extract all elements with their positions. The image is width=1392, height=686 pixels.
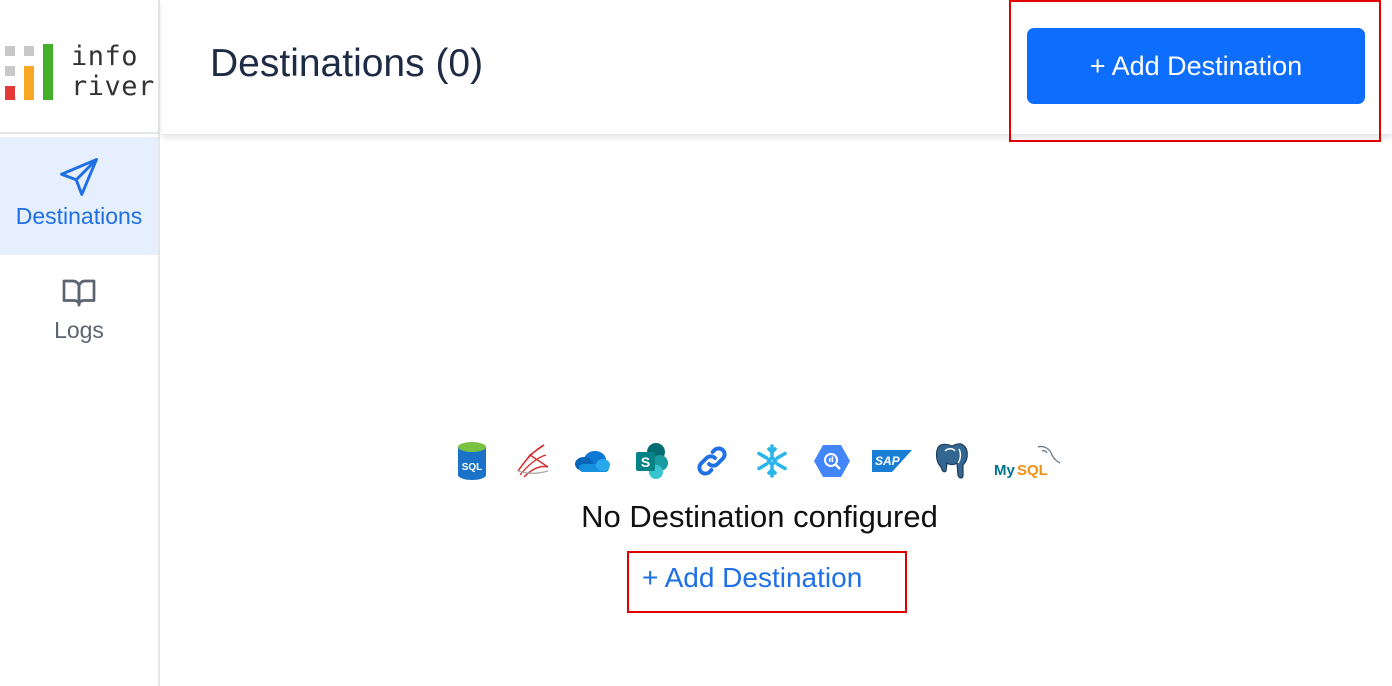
logo-text: info river [71, 42, 155, 102]
sharepoint-icon: S [632, 441, 672, 481]
empty-state: SQL S SAP My SQL No Destination configur… [162, 136, 1392, 686]
mysql-label-sql: SQL [1017, 462, 1048, 479]
sql-database-label: SQL [462, 462, 483, 473]
app-logo[interactable]: info river [0, 0, 158, 134]
destination-icons-row: SQL S SAP My SQL [452, 439, 1064, 483]
logo-bars-icon [5, 44, 53, 100]
sap-label: SAP [875, 454, 901, 468]
sidebar: info river Destinations Logs [0, 0, 160, 686]
sidebar-item-label: Logs [54, 317, 104, 343]
empty-state-message: No Destination configured [581, 499, 938, 534]
page-title: Destinations (0) [210, 42, 484, 85]
sidebar-item-destinations[interactable]: Destinations [0, 137, 158, 255]
bigquery-icon [812, 441, 852, 481]
sql-database-icon: SQL [452, 441, 492, 481]
send-icon [55, 153, 103, 201]
mysql-icon: My SQL [992, 441, 1064, 481]
page-header: Destinations (0) + Add Destination [162, 0, 1392, 142]
mysql-label-my: My [994, 462, 1015, 479]
sidebar-item-label: Destinations [15, 203, 143, 229]
book-icon [55, 273, 103, 313]
add-destination-link[interactable]: + Add Destination [642, 562, 862, 594]
link-icon [692, 441, 732, 481]
sql-server-icon [512, 441, 552, 481]
add-destination-button[interactable]: + Add Destination [1027, 28, 1365, 104]
sap-icon: SAP [872, 441, 912, 481]
snowflake-icon [752, 441, 792, 481]
sidebar-item-logs[interactable]: Logs [0, 255, 158, 373]
onedrive-icon [572, 441, 612, 481]
sharepoint-label: S [641, 454, 650, 470]
postgresql-icon [932, 441, 972, 481]
logo-text-line1: info [71, 41, 139, 72]
logo-text-line2: river [71, 71, 155, 102]
